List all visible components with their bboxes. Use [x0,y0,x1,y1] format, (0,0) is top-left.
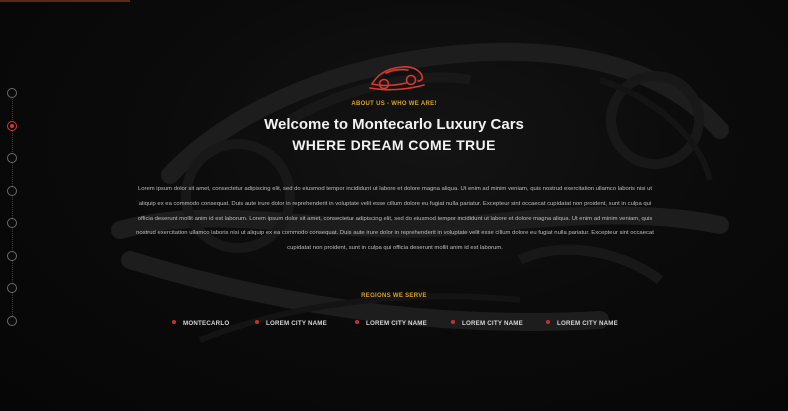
region-label: MONTECARLO [183,320,230,327]
region-item[interactable]: LOREM CITY NAME [255,319,327,329]
nav-dot-6[interactable] [7,250,17,261]
about-paragraph: Lorem ipsum dolor sit amet, consectetur … [136,186,654,252]
region-item[interactable]: LOREM CITY NAME [451,319,523,329]
dot-bullet-icon [255,320,259,324]
dot-bullet-icon [546,320,550,324]
section-eyebrow: ABOUT US - WHO WE ARE! [351,101,437,107]
dot-bullet-icon [451,320,455,324]
region-label: LOREM CITY NAME [462,320,523,327]
page-title: Welcome to Montecarlo Luxury Cars [264,116,524,133]
dot-bullet-icon [355,320,359,324]
nav-dot-7[interactable] [7,283,17,293]
regions-heading: REGIONS WE SERVE [361,293,427,299]
region-label: LOREM CITY NAME [557,320,618,327]
region-label: LOREM CITY NAME [266,320,327,327]
nav-dot-4[interactable] [7,185,17,196]
region-item[interactable]: LOREM CITY NAME [355,319,427,329]
sports-car-icon [369,66,425,91]
nav-dot-1[interactable] [7,88,17,98]
page-subtitle: WHERE DREAM COME TRUE [292,137,496,153]
region-label: LOREM CITY NAME [366,320,427,327]
region-item[interactable]: MONTECARLO [172,319,229,329]
about-section: ABOUT US - WHO WE ARE! Welcome to Montec… [0,0,788,411]
nav-dot-3[interactable] [7,153,17,163]
region-item[interactable]: LOREM CITY NAME [546,319,618,329]
regions-list: MONTECARLO LOREM CITY NAME LOREM CITY NA… [0,319,788,331]
dot-bullet-icon [172,320,176,324]
nav-dot-5[interactable] [7,218,17,228]
